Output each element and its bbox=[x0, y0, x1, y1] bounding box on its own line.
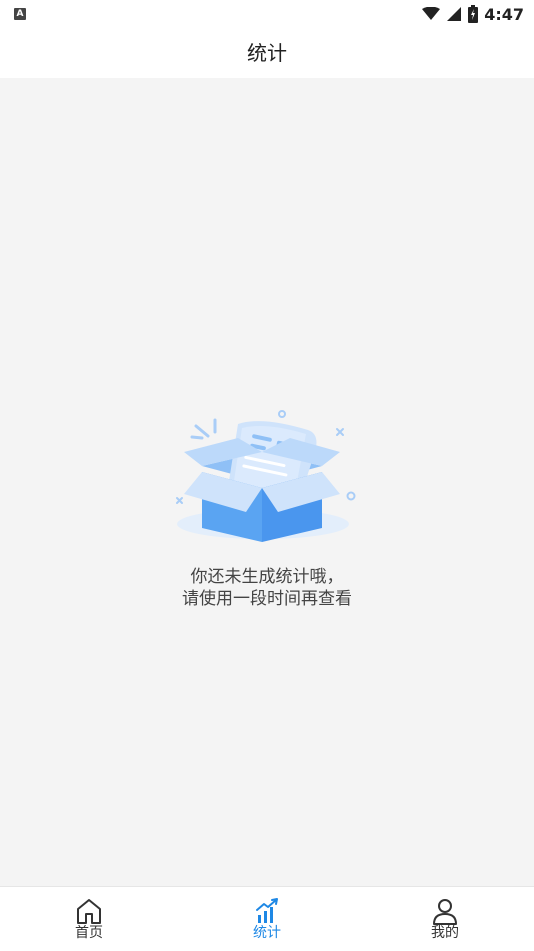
empty-message-line1: 你还未生成统计哦， bbox=[190, 567, 344, 587]
main-content: 你还未生成统计哦， 请使用一段时间再查看 bbox=[0, 78, 534, 886]
cell-signal-icon bbox=[447, 7, 462, 21]
tab-profile-label: 我的 bbox=[431, 925, 459, 941]
header: 统计 bbox=[0, 28, 534, 78]
tab-profile[interactable]: 我的 bbox=[356, 887, 534, 951]
status-bar: A 4:47 bbox=[0, 0, 534, 28]
user-icon bbox=[433, 899, 457, 925]
status-icons: 4:47 bbox=[422, 3, 524, 25]
tab-home-label: 首页 bbox=[75, 925, 103, 941]
home-icon bbox=[77, 899, 101, 924]
tab-stats-label: 统计 bbox=[253, 925, 281, 941]
battery-icon bbox=[468, 5, 479, 23]
wifi-icon bbox=[422, 7, 441, 20]
tab-home[interactable]: 首页 bbox=[0, 887, 178, 951]
bottom-tab-bar: 首页 统计 我的 bbox=[0, 886, 534, 951]
notification-badge-icon: A bbox=[14, 8, 26, 20]
page-title: 统计 bbox=[247, 41, 287, 65]
stats-icon bbox=[256, 898, 278, 923]
empty-message-line2: 请使用一段时间再查看 bbox=[182, 589, 352, 609]
tab-stats[interactable]: 统计 bbox=[178, 887, 356, 951]
empty-box-icon bbox=[176, 410, 356, 542]
status-time: 4:47 bbox=[484, 4, 524, 24]
